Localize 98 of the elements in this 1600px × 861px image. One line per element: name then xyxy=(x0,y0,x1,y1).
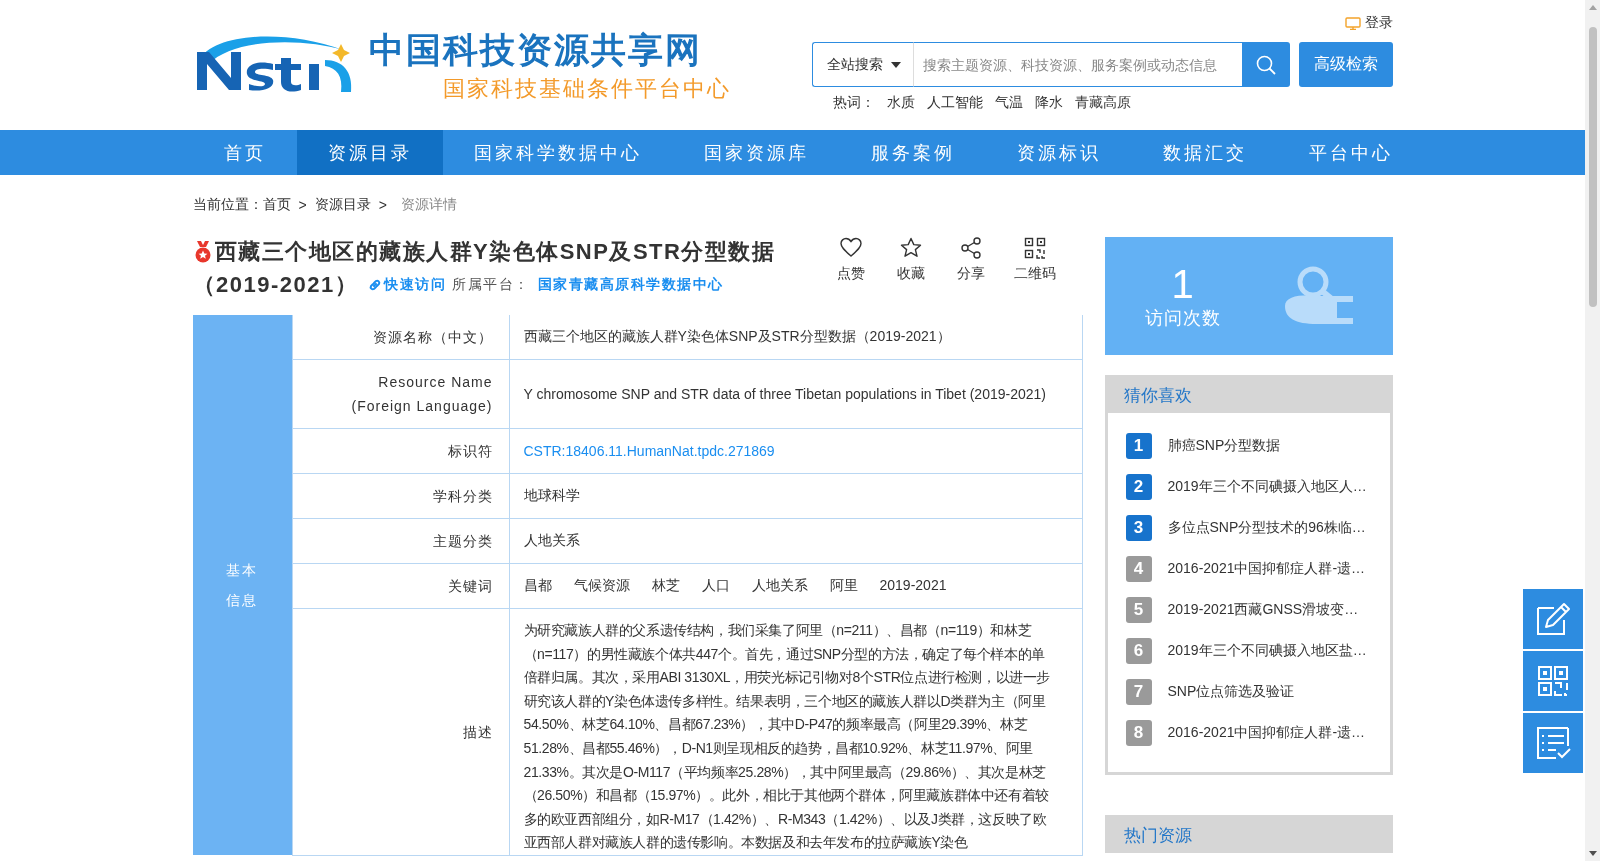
breadcrumb-current: 资源详情 xyxy=(400,196,457,214)
recommend-item[interactable]: 4 2016-2021中国抑郁症人群-遗… xyxy=(1125,556,1372,582)
visit-count: 1 xyxy=(1171,262,1194,306)
recommend-item[interactable]: 5 2019-2021西藏GNSS滑坡变… xyxy=(1125,597,1372,623)
edit-button[interactable] xyxy=(1523,589,1583,649)
star-icon xyxy=(899,237,922,259)
hot-word-link[interactable]: 水质 xyxy=(886,94,915,112)
recommend-item[interactable]: 8 2016-2021中国抑郁症人群-遗… xyxy=(1125,720,1372,746)
hot-word-link[interactable]: 青藏高原 xyxy=(1074,94,1131,112)
share-button[interactable]: 分享 xyxy=(950,237,991,301)
field-value: 人地关系 xyxy=(523,532,580,548)
group-label: 基本信息 xyxy=(226,561,258,611)
site-subtitle: 国家科技基础条件平台中心 xyxy=(442,75,731,103)
visit-count-label: 访问次数 xyxy=(1144,307,1221,330)
like-button[interactable]: 点赞 xyxy=(830,237,871,301)
hot-word-link[interactable]: 降水 xyxy=(1034,94,1063,112)
monitor-icon xyxy=(1344,16,1361,30)
breadcrumb-label: 当前位置： xyxy=(192,196,263,214)
rank-badge: 1 xyxy=(1125,433,1152,459)
keyword: 昌都 xyxy=(523,577,552,595)
platform-label: 所属平台： xyxy=(452,275,530,294)
breadcrumb-link[interactable]: 资源目录 xyxy=(314,196,371,214)
recommend-title: 2019年三个不同碘摄入地区人… xyxy=(1167,478,1367,496)
search-scope-dropdown[interactable]: 全站搜索 xyxy=(811,42,913,87)
qrcode-button[interactable] xyxy=(1523,651,1583,711)
recommend-title: 多位点SNP分型技术的96株临… xyxy=(1167,519,1366,537)
site-title: 中国科技资源共享网 xyxy=(368,30,703,70)
hot-word-link[interactable]: 人工智能 xyxy=(926,94,983,112)
share-icon xyxy=(959,237,982,259)
recommend-title: 2016-2021中国抑郁症人群-遗… xyxy=(1167,560,1366,578)
recommend-title: 2019年三个不同碘摄入地区盐… xyxy=(1167,642,1367,660)
breadcrumb-separator: > xyxy=(378,197,387,213)
rank-badge: 7 xyxy=(1125,679,1152,705)
keyword: 人地关系 xyxy=(751,577,808,595)
recommend-item[interactable]: 7 SNP位点筛选及验证 xyxy=(1125,679,1372,705)
recommend-item[interactable]: 2 2019年三个不同碘摄入地区人… xyxy=(1125,474,1372,500)
resource-title: 西藏三个地区的藏族人群Y染色体SNP及STR分型数据 xyxy=(214,238,776,266)
field-label: 描述 xyxy=(462,723,493,740)
rank-badge: 2 xyxy=(1125,474,1152,500)
advanced-search-button[interactable]: 高级检索 xyxy=(1298,42,1393,87)
resource-title-years: （2019-2021） xyxy=(192,271,359,299)
field-value: Y chromosome SNP and STR data of three Tibetan populations in Tibet (2019-2021) xyxy=(523,386,1046,402)
field-label: 资源名称（中文） xyxy=(372,329,493,345)
recommend-title: SNP位点筛选及验证 xyxy=(1167,683,1295,701)
recommend-title: 肺癌SNP分型数据 xyxy=(1167,437,1281,455)
recommend-title: 2016-2021中国抑郁症人群-遗… xyxy=(1167,724,1366,742)
nav-tab[interactable]: 平台中心 xyxy=(1277,130,1424,175)
search-icon xyxy=(1256,54,1276,75)
breadcrumb-separator: > xyxy=(298,197,307,213)
recommend-item[interactable]: 1 肺癌SNP分型数据 xyxy=(1125,433,1372,459)
nav-tab[interactable]: 服务案例 xyxy=(839,130,986,175)
field-label: 主题分类 xyxy=(432,533,493,549)
hot-words-label: 热词： xyxy=(832,94,875,112)
recommend-item[interactable]: 3 多位点SNP分型技术的96株临… xyxy=(1125,515,1372,541)
recommend-item[interactable]: 6 2019年三个不同碘摄入地区盐… xyxy=(1125,638,1372,664)
field-value: 西藏三个地区的藏族人群Y染色体SNP及STR分型数据（2019-2021） xyxy=(523,328,951,344)
hot-word-link[interactable]: 气温 xyxy=(994,94,1023,112)
nav-tab[interactable]: 资源标识 xyxy=(985,130,1132,175)
heart-icon xyxy=(839,237,862,259)
rank-badge: 8 xyxy=(1125,720,1152,746)
panel-title: 热门资源 xyxy=(1107,818,1390,853)
nav-tab[interactable]: 国家资源库 xyxy=(672,130,840,175)
keyword: 2019-2021 xyxy=(879,577,947,595)
recommend-title: 2019-2021西藏GNSS滑坡变… xyxy=(1167,601,1359,619)
field-label: 关键词 xyxy=(447,578,493,594)
keyword: 林芝 xyxy=(651,577,680,595)
field-label: Resource Name (Foreign Language) xyxy=(350,373,493,416)
keyword: 人口 xyxy=(701,577,730,595)
rank-badge: 4 xyxy=(1125,556,1152,582)
breadcrumb-link[interactable]: 首页 xyxy=(262,196,291,214)
description-text: 为研究藏族人群的父系遗传结构，我们采集了阿里（n=211）、昌都（n=119）和林芝（n=117）的男性藏族个体共447个。首先，通过SNP分型的方法，确定了每个样本的单倍群归属。其次，采用ABI 3130XL，用荧光标记引物对8个STR位点进行检测，以进一步研究该人群的Y染色体遗传多样性。结果表明，三个地区的藏族人群以D类群为主（阿里54.50%、林芝64.10%、昌都67.23%），其中D-P47的频率最高（阿里29.39%、林芝51.28%、昌都55.46%），D-N1则呈现相反的趋势，昌都10.92%、林芝11.97%、阿里21.33%。其次是O-M117（平均频率25.28%），其中阿里最高（29.86%）、其次是林芝（26.50%）和昌都（15.97%）。此外，相比于其他两个群体，阿里藏族群体中还有着较多的欧亚西部组分，如R-M17（1.42%）、R-M343（1.42%）、以及J类群，这反映了欧亚西部人群对藏族人群的遗传影响。本数据及和去年发布的拉萨藏族Y染色 xyxy=(522,621,1051,853)
keyword: 气候资源 xyxy=(573,577,630,595)
nav-tab[interactable]: 首页 xyxy=(192,130,297,175)
rank-badge: 6 xyxy=(1125,638,1152,664)
rank-badge: 3 xyxy=(1125,515,1152,541)
nav-tab[interactable]: 数据汇交 xyxy=(1131,130,1278,175)
rank-badge: 5 xyxy=(1125,597,1152,623)
search-button[interactable] xyxy=(1242,42,1290,87)
keyword: 阿里 xyxy=(829,577,858,595)
scrollbar-thumb[interactable] xyxy=(1588,27,1597,307)
edit-icon xyxy=(1534,600,1572,638)
link-icon xyxy=(368,277,383,292)
nav-tab[interactable]: 资源目录 xyxy=(296,130,443,175)
field-label: 标识符 xyxy=(447,443,493,459)
favorite-button[interactable]: 收藏 xyxy=(890,237,931,301)
field-value: 地球科学 xyxy=(523,487,580,503)
login-link[interactable]: 登录 xyxy=(1344,14,1393,32)
qr-code-icon xyxy=(1023,237,1046,259)
checklist-button[interactable] xyxy=(1523,713,1583,773)
panel-title: 猜你喜欢 xyxy=(1107,378,1390,413)
search-field[interactable]: 搜索主题资源、科技资源、服务案例或动态信息 xyxy=(912,42,1243,87)
nav-tab[interactable]: 国家科学数据中心 xyxy=(442,130,673,175)
field-label: 学科分类 xyxy=(432,488,493,504)
scroll-down-icon[interactable] xyxy=(1588,851,1597,857)
caret-icon xyxy=(890,61,901,68)
checklist-icon xyxy=(1534,724,1572,762)
scroll-up-icon[interactable] xyxy=(1588,4,1597,10)
qrcode-button[interactable]: 二维码 xyxy=(1010,237,1059,301)
